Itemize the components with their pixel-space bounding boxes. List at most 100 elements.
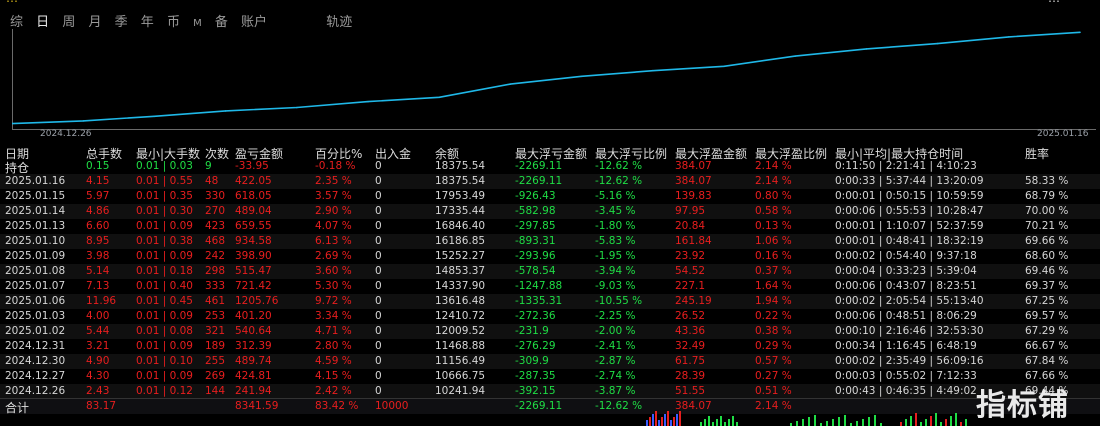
- cell-flow: 0: [375, 220, 382, 232]
- cell-hold-time: 0:00:02 | 2:05:54 | 55:13:40: [835, 295, 984, 307]
- cell-balance: 16186.85: [435, 235, 486, 247]
- table-row[interactable]: 2025.01.10 8.95 0.01 | 0.38 468 934.58 6.13 %…: [0, 234, 1100, 249]
- table-row[interactable]: 2025.01.03 4.00 0.01 | 0.09 253 401.20 3.34 %…: [0, 309, 1100, 324]
- cell-minmax: 0.01 | 0.09: [136, 370, 193, 382]
- cell-max-dd-pct: -3.87 %: [595, 385, 636, 397]
- cell-max-fp-pct: 0.37 %: [755, 265, 792, 277]
- tab-yearly[interactable]: 年: [141, 11, 154, 30]
- indicator-bar: [955, 413, 957, 426]
- cell-max-dd-pct: -10.55 %: [595, 295, 643, 307]
- tab-quarterly[interactable]: 季: [115, 11, 128, 30]
- cell-winrate: 68.60 %: [1025, 250, 1069, 262]
- cell-max-dd: -297.85: [515, 220, 556, 232]
- indicator-bar: [900, 422, 902, 426]
- cell-pct: 6.13 %: [315, 235, 352, 247]
- cell-max-fp: 245.19: [675, 295, 712, 307]
- table-row[interactable]: 2024.12.27 4.30 0.01 | 0.09 269 424.81 4.15 %…: [0, 369, 1100, 384]
- cell-minmax: 0.01 | 0.09: [136, 250, 193, 262]
- equity-point: [509, 83, 512, 85]
- cell-max-fp-pct: 0.57 %: [755, 355, 792, 367]
- cell-flow: 0: [375, 340, 382, 352]
- tab-currency[interactable]: 币: [167, 11, 180, 30]
- cell-max-dd-pct: -3.45 %: [595, 205, 636, 217]
- cell-winrate: 67.29 %: [1025, 325, 1069, 337]
- table-row[interactable]: 2025.01.08 5.14 0.01 | 0.18 298 515.47 3.60 %…: [0, 264, 1100, 279]
- table-row[interactable]: 2025.01.13 6.60 0.01 | 0.09 423 659.55 4.07 %…: [0, 219, 1100, 234]
- table-row[interactable]: 2025.01.15 5.97 0.01 | 0.35 330 618.05 3.57 %…: [0, 189, 1100, 204]
- tab-weekly[interactable]: 周: [62, 11, 75, 30]
- cell-max-fp-pct: 0.29 %: [755, 340, 792, 352]
- cell-hold-time: 0:00:01 | 1:10:07 | 52:37:59: [835, 220, 984, 232]
- table-row[interactable]: 2025.01.06 11.96 0.01 | 0.45 461 1205.76 9.72…: [0, 294, 1100, 309]
- indicator-bar: [960, 422, 962, 426]
- table-row[interactable]: 2025.01.09 3.98 0.01 | 0.09 242 398.90 2.69 %…: [0, 249, 1100, 264]
- indicator-bar: [716, 419, 718, 426]
- tab-m[interactable]: M: [193, 18, 202, 29]
- cell-hold-time: 0:00:01 | 0:48:41 | 18:32:19: [835, 235, 984, 247]
- period-tabs: 综 日 周 月 季 年 币 M 备 账户 轨迹: [10, 11, 361, 30]
- table-row[interactable]: 2024.12.30 4.90 0.01 | 0.10 255 489.74 4.59 %…: [0, 354, 1100, 369]
- cell-hold-time: 0:00:01 | 0:50:15 | 10:59:59: [835, 190, 984, 202]
- indicator-bar: [905, 419, 907, 426]
- tab-track[interactable]: 轨迹: [326, 11, 352, 30]
- tab-notes[interactable]: 备: [215, 11, 228, 30]
- cell-max-dd: -293.96: [515, 250, 556, 262]
- indicator-bar: [844, 415, 846, 426]
- tab-summary[interactable]: 综: [10, 11, 23, 30]
- equity-line: [12, 31, 1081, 125]
- equity-point: [224, 110, 227, 112]
- indicator-bar: [664, 414, 666, 426]
- indicator-bar: [930, 416, 932, 426]
- cell-max-fp-pct: 0.16 %: [755, 250, 792, 262]
- cell-balance: 17335.44: [435, 205, 486, 217]
- top-right-label: …: [1048, 0, 1060, 5]
- cell-lots: 4.90: [86, 355, 110, 367]
- cell-max-fp-pct: 2.14 %: [755, 160, 792, 172]
- cell-pnl: 515.47: [235, 265, 272, 277]
- indicator-bar: [838, 417, 840, 426]
- indicator-bar: [832, 419, 834, 426]
- table-row[interactable]: 2024.12.31 3.21 0.01 | 0.09 189 312.39 2.80 %…: [0, 339, 1100, 354]
- equity-point: [438, 96, 441, 99]
- indicator-bar: [808, 417, 810, 426]
- cell-max-dd-pct: -5.83 %: [595, 235, 636, 247]
- cell-max-dd-pct: -2.25 %: [595, 310, 636, 322]
- cell-max-dd: -926.43: [515, 190, 556, 202]
- indicator-bar: [736, 422, 738, 426]
- cell-balance: 11468.88: [435, 340, 486, 352]
- cell-pct: 4.59 %: [315, 355, 352, 367]
- tab-monthly[interactable]: 月: [88, 11, 101, 30]
- equity-point: [652, 69, 654, 72]
- table-row[interactable]: 2025.01.07 7.13 0.01 | 0.40 333 721.42 5.30 %…: [0, 279, 1100, 294]
- cell-lots: 3.21: [86, 340, 110, 352]
- table-row[interactable]: 2024.12.26 2.43 0.01 | 0.12 144 241.94 2.42 %…: [0, 384, 1100, 399]
- tab-daily[interactable]: 日: [36, 11, 49, 30]
- cell-minmax: 0.01 | 0.18: [136, 265, 193, 277]
- indicator-bar: [802, 419, 804, 426]
- cell-minmax: 0.01 | 0.30: [136, 205, 193, 217]
- cell-pnl: 424.81: [235, 370, 272, 382]
- indicator-bar: [728, 419, 730, 426]
- cell-hold-time: 0:00:06 | 0:43:07 | 8:23:51: [835, 280, 977, 292]
- equity-point: [1079, 31, 1081, 34]
- equity-point: [153, 115, 156, 118]
- table-row[interactable]: 2025.01.16 4.15 0.01 | 0.55 48 422.05 2.35 % 0…: [0, 174, 1100, 189]
- cell-winrate: 58.33 %: [1025, 175, 1069, 187]
- cell-lots: 7.13: [86, 280, 110, 292]
- cell-winrate: 67.25 %: [1025, 295, 1069, 307]
- cell-pnl: 659.55: [235, 220, 272, 232]
- table-row[interactable]: 2025.01.14 4.86 0.01 | 0.30 270 489.04 2.90 %…: [0, 204, 1100, 219]
- cell-flow: 0: [375, 355, 382, 367]
- cell-minmax: 0.01 | 0.09: [136, 220, 193, 232]
- cell-date: 2025.01.16: [5, 175, 66, 187]
- cell-flow: 0: [375, 310, 382, 322]
- cell-pnl: 312.39: [235, 340, 272, 352]
- cell-max-fp: 384.07: [675, 175, 712, 187]
- equity-point: [723, 65, 725, 68]
- cell-minmax: 0.01 | 0.09: [136, 340, 193, 352]
- tab-account[interactable]: 账户: [241, 11, 267, 30]
- cell-pct: 2.42 %: [315, 385, 352, 397]
- holding-row[interactable]: 持仓 0.15 0.01 | 0.03 9 -33.95 -0.18 % 0 18375.54…: [0, 159, 1100, 175]
- table-row[interactable]: 2025.01.02 5.44 0.01 | 0.08 321 540.64 4.71 %…: [0, 324, 1100, 339]
- equity-point: [367, 100, 369, 103]
